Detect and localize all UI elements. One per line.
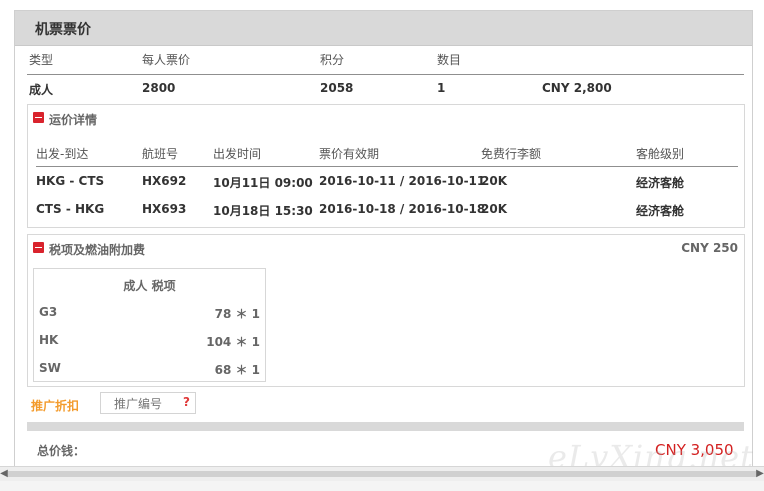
tax-total: CNY 250 <box>681 241 738 255</box>
departure-time: 10月11日 09:00 <box>213 176 313 190</box>
fare-header-flight: 航班号 <box>142 147 179 161</box>
fare-validity: 2016-10-11 / 2016-10-11 <box>319 174 486 188</box>
page-title: 机票票价 <box>35 22 91 38</box>
tax-amount: 104 ＊ 1 <box>206 335 260 349</box>
fare-header-baggage: 免费行李额 <box>481 147 542 161</box>
tax-table-title: 成人 税项 <box>123 279 176 293</box>
fare-details-section: 运价详情 出发-到达 航班号 出发时间 票价有效期 免费行李额 客舱级别 HKG… <box>27 104 745 228</box>
help-icon[interactable]: ? <box>183 395 190 409</box>
promo-code-field[interactable]: ? <box>100 392 196 415</box>
panel-header: 机票票价 <box>15 11 752 46</box>
fare-validity: 2016-10-18 / 2016-10-18 <box>319 202 486 216</box>
fare-details-header: 出发-到达 航班号 出发时间 票价有效期 免费行李额 客舱级别 <box>36 145 738 165</box>
tax-amount: 78 ＊ 1 <box>214 307 260 321</box>
tax-code: HK <box>39 333 59 347</box>
total-strip <box>27 422 744 431</box>
summary-header-price: 每人票价 <box>142 53 191 67</box>
tax-code: G3 <box>39 305 58 319</box>
promo-label: 推广折扣 <box>31 399 80 413</box>
summary-type-value: 成人 <box>29 83 54 97</box>
bottom-bar <box>0 481 764 491</box>
tax-section: 税项及燃油附加费 CNY 250 成人 税项 G3 78 ＊ 1 HK 104 … <box>27 234 745 387</box>
route: CTS - HKG <box>36 202 105 216</box>
scrollbar-track[interactable] <box>8 471 756 477</box>
summary-points-value: 2058 <box>320 81 354 95</box>
fare-header-validity: 票价有效期 <box>319 147 380 161</box>
fare-header-route: 出发-到达 <box>36 147 89 161</box>
horizontal-scrollbar[interactable]: ◀ ▶ <box>0 466 764 481</box>
tax-section-title: 税项及燃油附加费 <box>49 243 146 257</box>
minus-box-icon[interactable] <box>33 112 44 123</box>
total-label: 总价钱： <box>37 444 86 458</box>
cabin-class: 经济客舱 <box>636 176 685 190</box>
tax-code: SW <box>39 361 61 375</box>
right-arrow-icon[interactable]: ▶ <box>756 468 764 480</box>
summary-header-quantity: 数目 <box>437 53 462 67</box>
summary-quantity-value: 1 <box>437 81 446 95</box>
fare-divider <box>36 166 738 167</box>
list-item: HK 104 ＊ 1 <box>39 333 260 353</box>
summary-header-type: 类型 <box>29 53 54 67</box>
table-row: CTS - HKG HX693 10月18日 15:30 2016-10-18 … <box>36 202 738 222</box>
cabin-class: 经济客舱 <box>636 204 685 218</box>
left-arrow-icon[interactable]: ◀ <box>0 468 8 480</box>
summary-header: 类型 每人票价 积分 数目 <box>27 51 744 71</box>
total-amount: CNY 3,050 <box>655 441 734 459</box>
summary-divider <box>27 74 744 75</box>
summary-row: 成人 2800 2058 1 CNY 2,800 <box>27 81 744 101</box>
summary-price-value: 2800 <box>142 81 176 95</box>
baggage-allowance: 20K <box>481 174 507 188</box>
flight-number: HX693 <box>142 202 187 216</box>
promo-code-input[interactable] <box>101 393 175 415</box>
airfare-panel: 机票票价 类型 每人票价 积分 数目 成人 2800 2058 1 CNY 2,… <box>14 10 753 468</box>
baggage-allowance: 20K <box>481 202 507 216</box>
table-row: HKG - CTS HX692 10月11日 09:00 2016-10-11 … <box>36 174 738 194</box>
list-item: G3 78 ＊ 1 <box>39 305 260 325</box>
fare-details-title: 运价详情 <box>49 113 98 127</box>
route: HKG - CTS <box>36 174 105 188</box>
tax-amount: 68 ＊ 1 <box>214 363 260 377</box>
summary-total-value: CNY 2,800 <box>542 81 612 95</box>
departure-time: 10月18日 15:30 <box>213 204 313 218</box>
summary-header-points: 积分 <box>320 53 345 67</box>
fare-header-departure: 出发时间 <box>213 147 262 161</box>
minus-box-icon[interactable] <box>33 242 44 253</box>
fare-header-cabin: 客舱级别 <box>636 147 685 161</box>
list-item: SW 68 ＊ 1 <box>39 361 260 381</box>
flight-number: HX692 <box>142 174 187 188</box>
tax-table: 成人 税项 G3 78 ＊ 1 HK 104 ＊ 1 SW 68 ＊ 1 <box>33 268 266 382</box>
